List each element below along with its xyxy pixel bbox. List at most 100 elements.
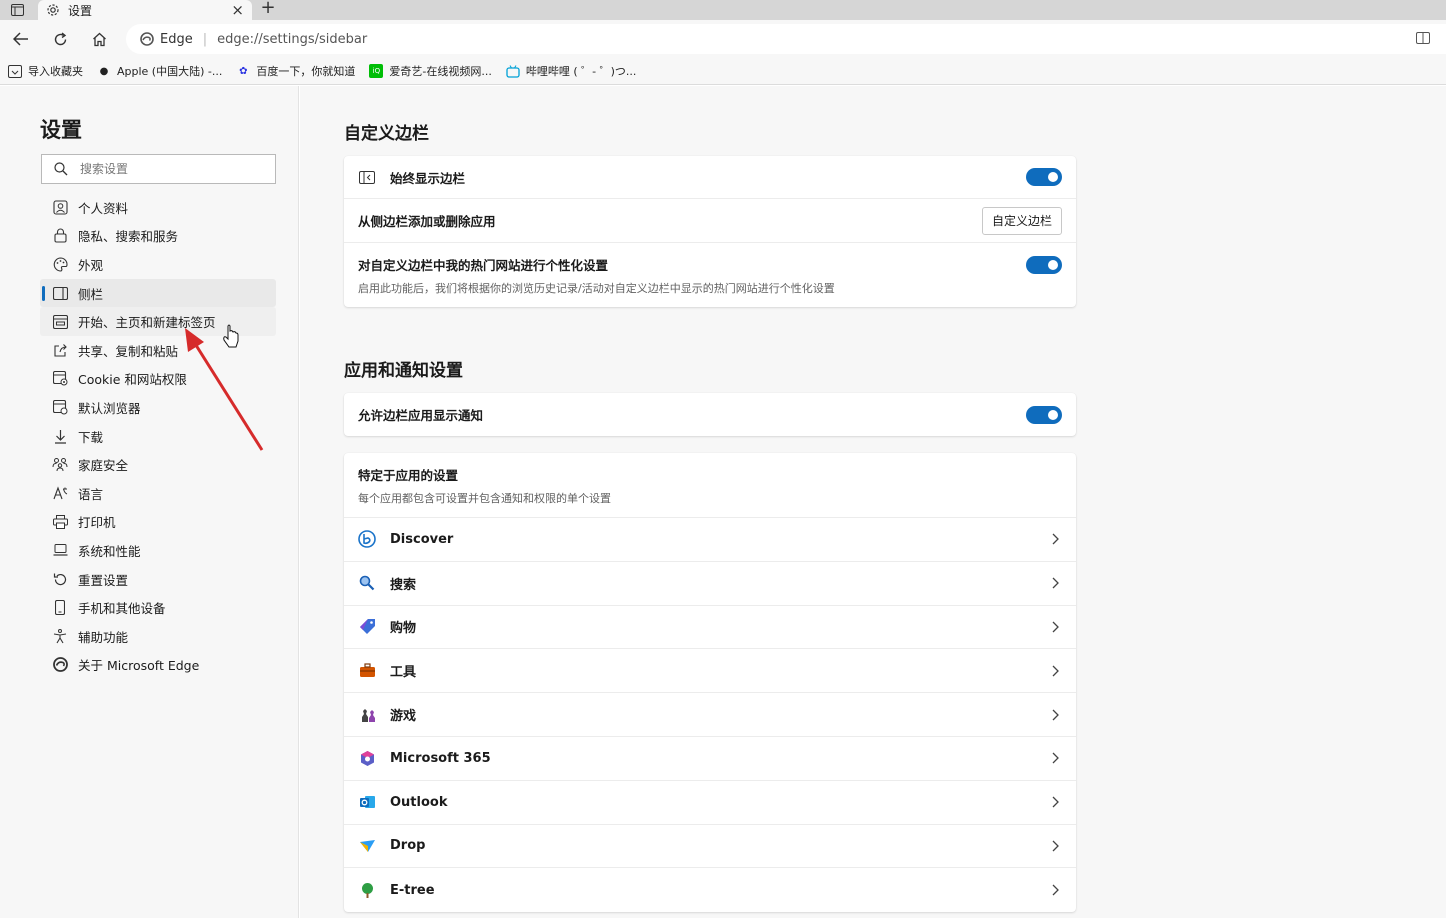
personalize-sites-toggle[interactable] (1026, 256, 1062, 274)
app-specific-description: 每个应用都包含可设置并包含通知和权限的单个设置 (358, 491, 611, 505)
nav-item-downloads[interactable]: 下载 (40, 422, 276, 451)
family-icon (52, 457, 68, 473)
tab-title: 设置 (68, 3, 93, 18)
lock-icon (52, 228, 68, 244)
tab-strip: 设置 × + (0, 0, 1446, 20)
favorite-item-apple[interactable]: ● Apple (中国大陆) -... (97, 63, 223, 79)
nav-item-printers[interactable]: 打印机 (40, 508, 276, 537)
nav-item-profile[interactable]: 个人资料 (40, 193, 276, 222)
drop-icon (358, 837, 376, 855)
refresh-button[interactable] (48, 28, 72, 50)
favorite-item-iqiyi[interactable]: iQ 爱奇艺-在线视频网... (369, 63, 492, 79)
nav-item-phone-devices[interactable]: 手机和其他设备 (40, 593, 276, 622)
allow-notifications-label: 允许边栏应用显示通知 (358, 408, 484, 423)
nav-item-sidebar[interactable]: 侧栏 (40, 278, 276, 308)
nav-item-reset-settings[interactable]: 重置设置 (40, 565, 276, 594)
apple-icon: ● (99, 65, 109, 77)
nav-item-accessibility[interactable]: 辅助功能 (40, 622, 276, 651)
personalize-sites-description: 启用此功能后，我们将根据你的浏览历史记录/活动对自定义边栏中显示的热门网站进行个… (358, 281, 835, 295)
back-arrow-icon (13, 32, 28, 46)
app-row-microsoft-365[interactable]: Microsoft 365 (344, 737, 1076, 781)
tab-actions-button[interactable] (6, 1, 28, 18)
edge-logo-icon (140, 32, 154, 46)
allow-notifications-toggle[interactable] (1026, 405, 1062, 424)
iqiyi-icon: iQ (369, 64, 384, 78)
customize-sidebar-button[interactable]: 自定义边栏 (981, 206, 1062, 235)
settings-nav-list: 个人资料 隐私、搜索和服务 外观 侧栏 开始、主页和新建标签页 共享、复制和粘贴… (40, 193, 276, 679)
always-show-sidebar-row: 始终显示边栏 (344, 156, 1076, 199)
download-icon (52, 428, 68, 444)
nav-item-family-safety[interactable]: 家庭安全 (40, 450, 276, 479)
accessibility-icon (52, 628, 68, 644)
toolbox-icon (358, 662, 376, 680)
app-specific-title: 特定于应用的设置 (358, 467, 459, 483)
address-separator: | (202, 31, 208, 47)
favorite-item-bilibili[interactable]: 哔哩哔哩 ( ゜- ゜)つ... (506, 63, 636, 79)
address-bar[interactable]: Edge | edge://settings/sidebar (126, 24, 1446, 54)
personalize-sites-row: 对自定义边栏中我的热门网站进行个性化设置 启用此功能后，我们将根据你的浏览历史记… (344, 243, 1076, 307)
nav-item-label: 个人资料 (78, 200, 129, 216)
favorite-item-baidu[interactable]: ✿ 百度一下，你就知道 (236, 63, 355, 79)
add-remove-apps-label: 从侧边栏添加或删除应用 (358, 214, 496, 229)
app-row-e-tree[interactable]: E-tree (344, 868, 1076, 912)
nav-item-languages[interactable]: 语言 (40, 479, 276, 508)
tree-icon (358, 881, 376, 899)
search-settings-box[interactable] (41, 154, 276, 184)
close-tab-icon[interactable]: × (231, 2, 244, 18)
favorite-item-import[interactable]: 导入收藏夹 (8, 63, 83, 79)
sidebar-icon (52, 285, 68, 301)
home-button[interactable] (87, 28, 111, 50)
reset-icon (52, 571, 68, 587)
nav-item-label: 侧栏 (78, 286, 104, 302)
split-screen-button[interactable] (1416, 32, 1430, 48)
favorite-label: 爱奇艺-在线视频网... (389, 65, 492, 78)
app-notification-heading: 应用和通知设置 (344, 361, 463, 381)
nav-item-cookies[interactable]: Cookie 和网站权限 (40, 365, 276, 394)
allow-notifications-row: 允许边栏应用显示通知 (344, 393, 1076, 436)
nav-item-system-performance[interactable]: 系统和性能 (40, 536, 276, 565)
printer-icon (52, 514, 68, 530)
nav-item-label: 手机和其他设备 (78, 601, 166, 617)
app-label: 游戏 (390, 709, 417, 725)
baidu-icon: ✿ (239, 65, 248, 77)
app-specific-header: 特定于应用的设置 每个应用都包含可设置并包含通知和权限的单个设置 (344, 453, 1076, 518)
browser-tab-settings[interactable]: 设置 × (38, 0, 252, 20)
nav-item-label: 下载 (78, 429, 104, 445)
app-row-tools[interactable]: 工具 (344, 649, 1076, 694)
split-screen-icon (1416, 32, 1430, 44)
nav-item-label: 系统和性能 (78, 543, 141, 559)
app-row-games[interactable]: 游戏 (344, 693, 1076, 737)
chevron-right-icon (1050, 532, 1060, 546)
address-site-label: Edge (160, 31, 193, 47)
app-row-shopping[interactable]: 购物 (344, 606, 1076, 650)
nav-item-default-browser[interactable]: 默认浏览器 (40, 393, 276, 422)
app-row-outlook[interactable]: Outlook (344, 781, 1076, 825)
app-row-drop[interactable]: Drop (344, 825, 1076, 869)
app-label: 搜索 (390, 577, 417, 593)
back-button[interactable] (9, 28, 33, 50)
nav-item-label: 重置设置 (78, 572, 129, 588)
address-url[interactable]: edge://settings/sidebar (217, 32, 367, 47)
nav-item-start-home-newtab[interactable]: 开始、主页和新建标签页 (40, 307, 276, 336)
nav-item-about-edge[interactable]: 关于 Microsoft Edge (40, 651, 276, 680)
search-settings-input[interactable] (80, 162, 260, 176)
new-tab-button[interactable]: + (258, 0, 278, 18)
chevron-right-icon (1050, 751, 1060, 765)
personalize-sites-label: 对自定义边栏中我的热门网站进行个性化设置 (358, 257, 609, 273)
import-favorites-icon (8, 64, 22, 78)
nav-item-label: 关于 Microsoft Edge (78, 658, 200, 674)
always-show-sidebar-toggle[interactable] (1026, 168, 1062, 186)
nav-item-label: 隐私、搜索和服务 (78, 229, 179, 245)
app-row-search[interactable]: 搜索 (344, 562, 1076, 606)
nav-item-appearance[interactable]: 外观 (40, 250, 276, 279)
customize-sidebar-heading: 自定义边栏 (344, 124, 429, 144)
nav-item-share-copy-paste[interactable]: 共享、复制和粘贴 (40, 336, 276, 365)
app-row-discover[interactable]: Discover (344, 518, 1076, 562)
nav-item-privacy[interactable]: 隐私、搜索和服务 (40, 222, 276, 251)
tab-actions-icon (10, 3, 24, 16)
refresh-icon (54, 31, 66, 45)
browser-icon (52, 399, 68, 415)
favorite-label: 导入收藏夹 (28, 65, 83, 78)
m365-icon (358, 749, 376, 767)
search-icon (358, 574, 376, 592)
